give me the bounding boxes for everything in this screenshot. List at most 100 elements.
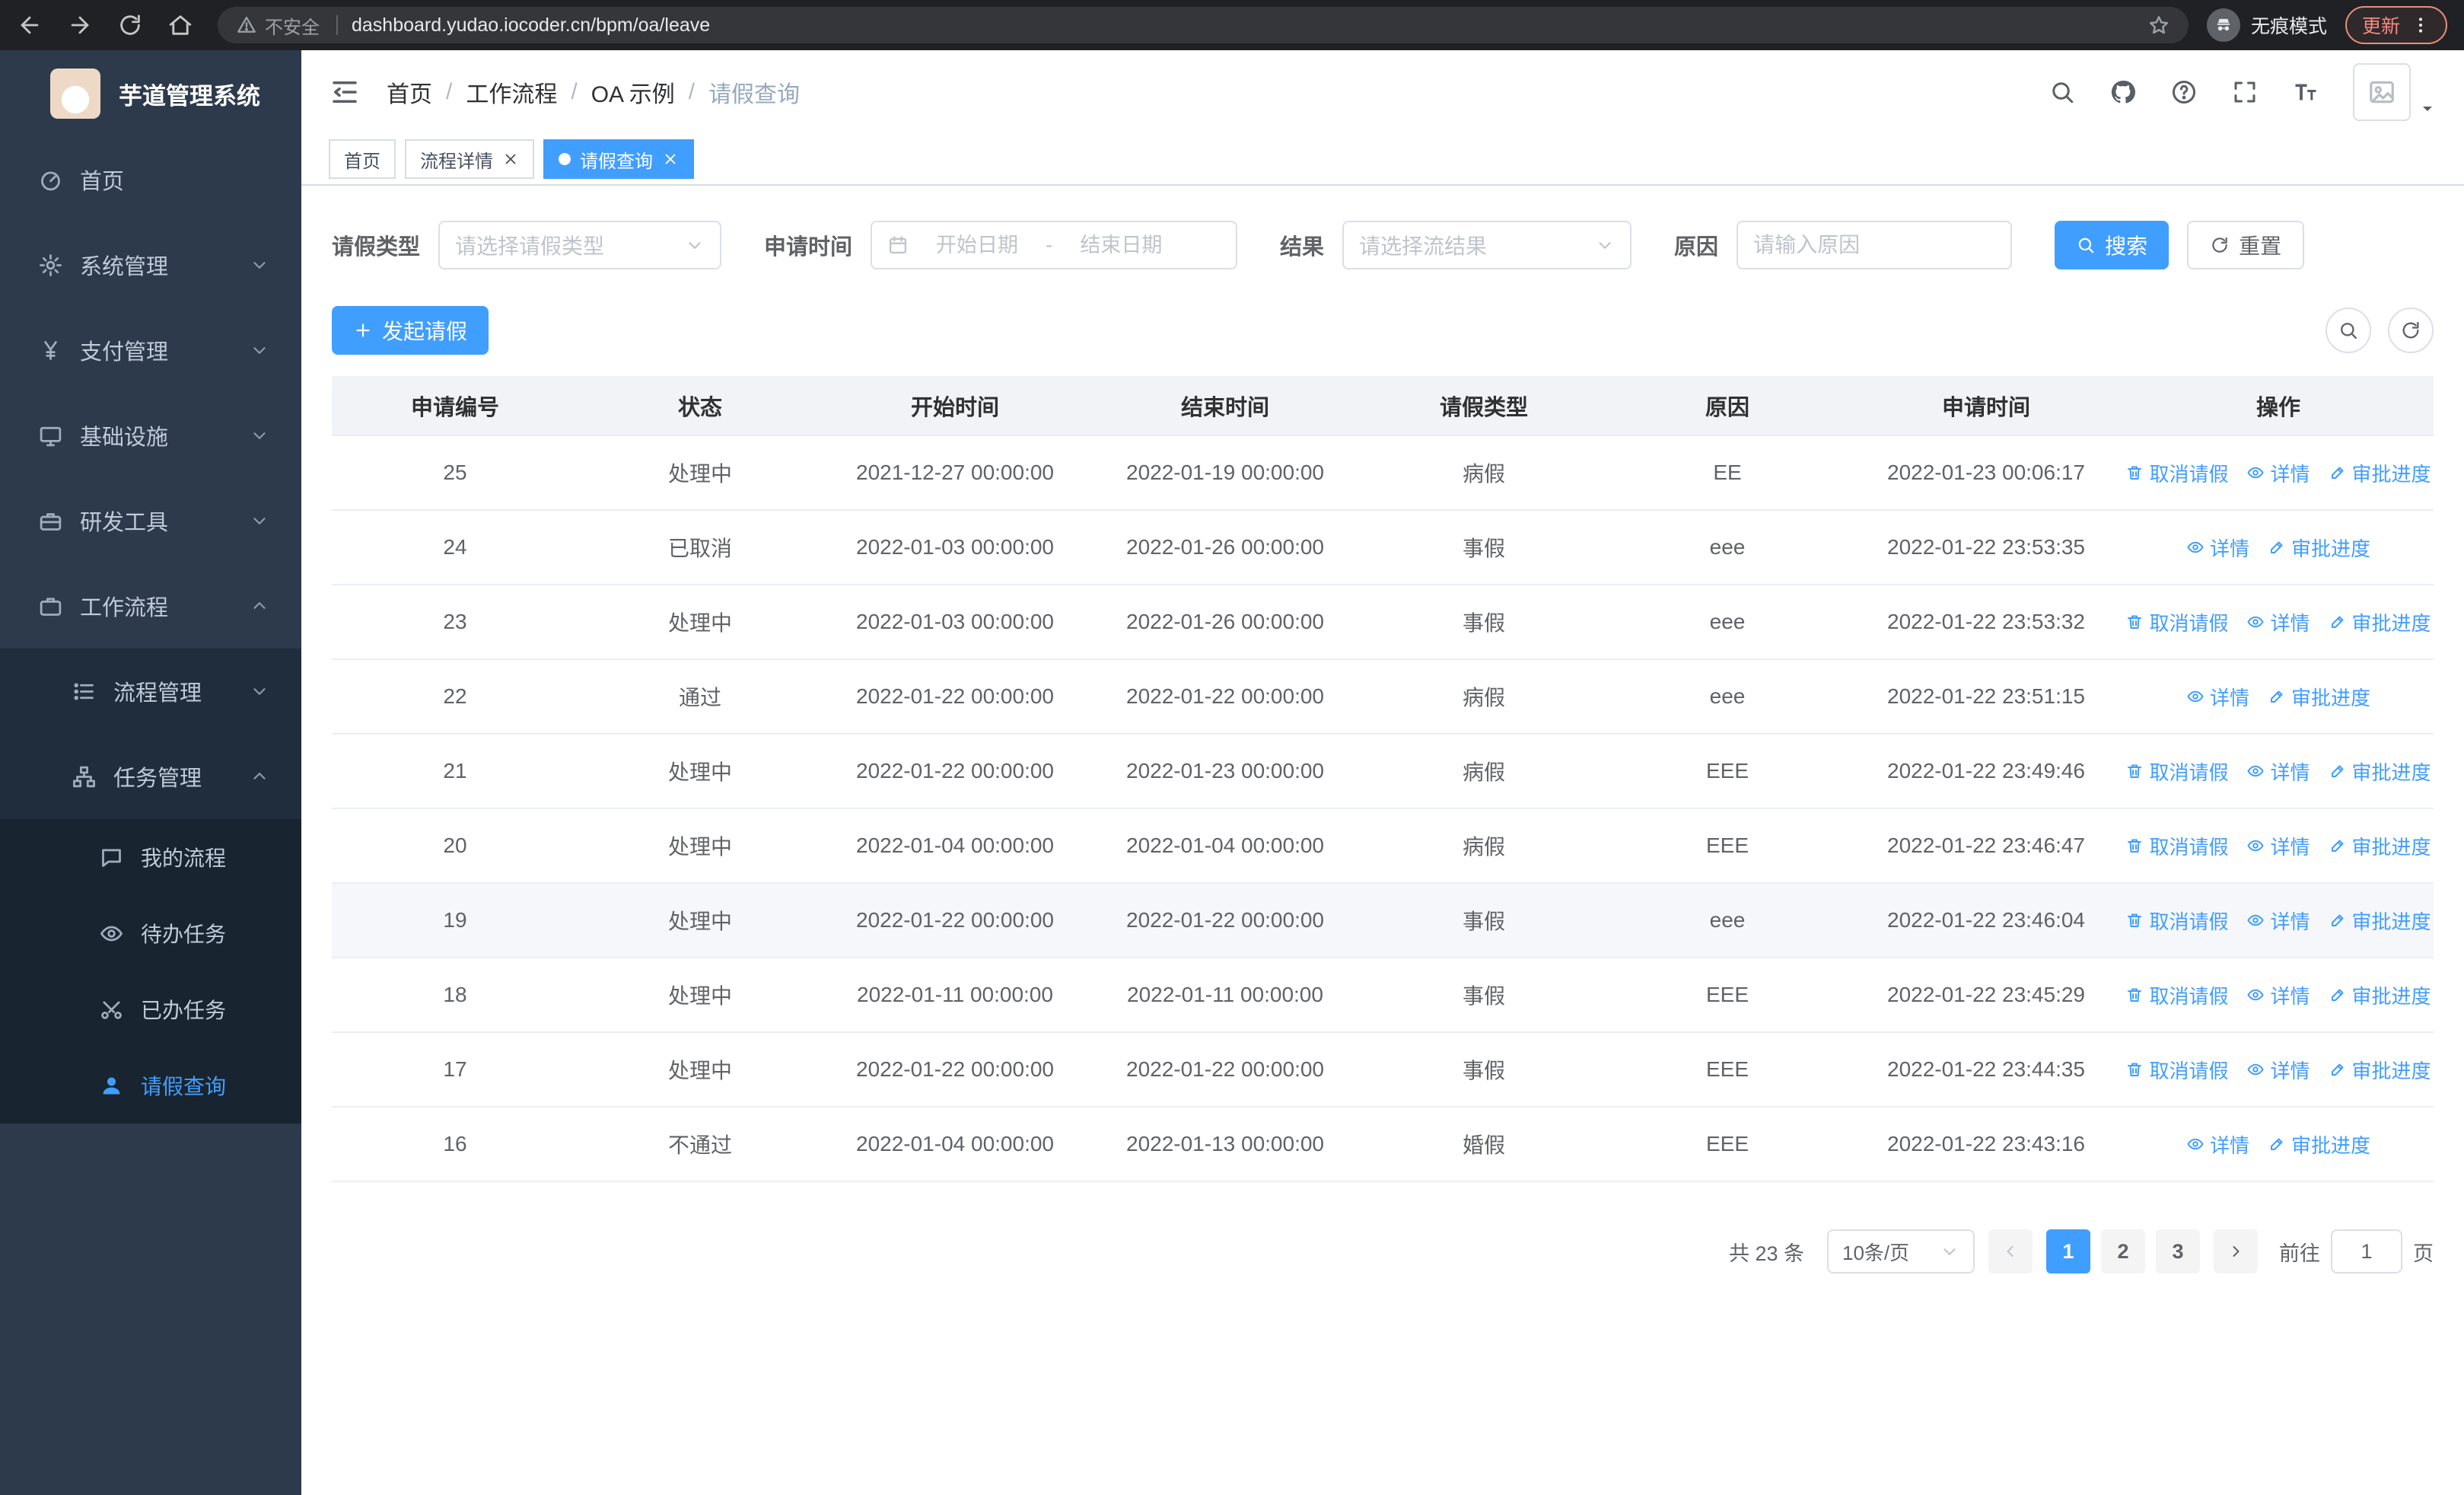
close-icon[interactable] — [502, 151, 519, 167]
cancel-leave-link[interactable]: 取消请假 — [2125, 907, 2228, 935]
approval-progress-link[interactable]: 审批进度 — [2329, 832, 2431, 860]
detail-link[interactable]: 详情 — [2246, 907, 2310, 935]
sidebar-item-toolbox[interactable]: 研发工具 — [0, 478, 301, 563]
update-button[interactable]: 更新 — [2345, 6, 2447, 44]
back-icon[interactable] — [17, 12, 43, 38]
search-button[interactable]: 搜索 — [2055, 221, 2170, 269]
cancel-leave-link[interactable]: 取消请假 — [2125, 1056, 2228, 1084]
fullscreen-icon[interactable] — [2231, 78, 2259, 106]
action-label: 审批进度 — [2351, 760, 2431, 784]
approval-progress-link[interactable]: 审批进度 — [2329, 459, 2431, 487]
detail-link[interactable]: 详情 — [2246, 981, 2310, 1009]
sidebar-item-eye[interactable]: 待办任务 — [0, 895, 301, 971]
start-date-input[interactable] — [919, 233, 1036, 257]
cell: 2022-01-22 23:43:16 — [1849, 1107, 2123, 1182]
create-leave-button[interactable]: 发起请假 — [332, 306, 489, 355]
cancel-leave-link[interactable]: 取消请假 — [2125, 981, 2228, 1009]
reload-icon[interactable] — [117, 12, 143, 38]
avatar[interactable] — [2353, 63, 2411, 121]
leave-type-select[interactable]: 请选择请假类型 — [438, 221, 722, 269]
address-bar[interactable]: 不安全 dashboard.yudao.iocoder.cn/bpm/oa/le… — [218, 7, 2189, 43]
security-warning-icon[interactable] — [236, 14, 257, 36]
breadcrumb-item[interactable]: 工作流程 — [466, 75, 557, 109]
browser-menu-icon[interactable] — [2411, 15, 2431, 35]
detail-link[interactable]: 详情 — [2246, 757, 2310, 786]
page-button-1[interactable]: 1 — [2046, 1229, 2090, 1273]
cancel-leave-link[interactable]: 取消请假 — [2125, 757, 2228, 786]
approval-progress-link[interactable]: 审批进度 — [2268, 1130, 2370, 1159]
actions-cell: 详情 审批进度 — [2123, 1107, 2434, 1182]
cancel-leave-link[interactable]: 取消请假 — [2125, 832, 2228, 860]
page-button-3[interactable]: 3 — [2156, 1229, 2200, 1273]
detail-link[interactable]: 详情 — [2246, 832, 2310, 860]
close-icon[interactable] — [662, 151, 679, 167]
tab-1[interactable]: 流程详情 — [405, 139, 534, 179]
result-select[interactable]: 请选择流结果 — [1342, 221, 1632, 269]
approval-progress-link[interactable]: 审批进度 — [2329, 757, 2431, 786]
sidebar-item-monitor[interactable]: 基础设施 — [0, 393, 301, 478]
approval-progress-link[interactable]: 审批进度 — [2329, 1056, 2431, 1084]
tab-2[interactable]: 请假查询 — [543, 139, 694, 179]
browser-home-icon[interactable] — [167, 12, 193, 38]
goto-page-input[interactable] — [2331, 1229, 2402, 1273]
next-page-button[interactable] — [2214, 1229, 2258, 1273]
action-label: 取消请假 — [2149, 462, 2229, 486]
detail-link[interactable]: 详情 — [2186, 1130, 2249, 1159]
tab-0[interactable]: 首页 — [329, 139, 396, 179]
reset-button[interactable]: 重置 — [2187, 221, 2305, 269]
cell: EE — [1606, 435, 1849, 511]
cancel-leave-link[interactable]: 取消请假 — [2125, 459, 2228, 487]
approval-progress-link[interactable]: 审批进度 — [2329, 981, 2431, 1009]
chevron-up-icon — [250, 767, 269, 786]
reason-input[interactable] — [1753, 233, 1996, 257]
filter-bar: 请假类型 请选择请假类型 申请时间 - 结果 — [332, 221, 2434, 269]
sidebar-item-user[interactable]: 请假查询 — [0, 1047, 301, 1124]
apply-time-range[interactable]: - — [871, 221, 1238, 269]
detail-link[interactable]: 详情 — [2186, 683, 2249, 711]
app-logo[interactable]: 芋道管理系统 — [0, 50, 301, 137]
detail-link[interactable]: 详情 — [2246, 608, 2310, 636]
font-size-icon[interactable] — [2292, 78, 2319, 106]
end-date-input[interactable] — [1063, 233, 1179, 257]
page-size-select[interactable]: 10条/页 — [1827, 1229, 1975, 1273]
detail-link[interactable]: 详情 — [2186, 534, 2249, 562]
cancel-leave-link[interactable]: 取消请假 — [2125, 608, 2228, 636]
breadcrumb-item[interactable]: 首页 — [387, 75, 432, 109]
edit-icon — [2329, 837, 2347, 855]
done-icon — [99, 997, 124, 1022]
detail-link[interactable]: 详情 — [2246, 459, 2310, 487]
sidebar-item-list[interactable]: 流程管理 — [0, 649, 301, 734]
incognito-icon — [2206, 8, 2240, 42]
table-row: 18 处理中 2022-01-11 00:00:00 2022-01-11 00:00… — [332, 958, 2434, 1033]
sidebar-item-tree[interactable]: 任务管理 — [0, 734, 301, 819]
refresh-table-button[interactable] — [2388, 308, 2434, 353]
github-icon[interactable] — [2109, 78, 2137, 106]
edit-icon — [2329, 464, 2347, 482]
approval-progress-link[interactable]: 审批进度 — [2329, 907, 2431, 935]
forward-icon[interactable] — [67, 12, 93, 38]
reason-field[interactable] — [1737, 221, 2013, 269]
sidebar-item-briefcase[interactable]: 工作流程 — [0, 563, 301, 649]
approval-progress-link[interactable]: 审批进度 — [2329, 608, 2431, 636]
cell: 2022-01-22 23:44:35 — [1849, 1032, 2123, 1108]
sidebar-item-done[interactable]: 已办任务 — [0, 971, 301, 1047]
sidebar-item-yen[interactable]: 支付管理 — [0, 308, 301, 393]
sidebar-fold-icon[interactable] — [329, 76, 361, 108]
sidebar-item-chat[interactable]: 我的流程 — [0, 819, 301, 895]
bookmark-star-icon[interactable] — [2147, 14, 2170, 37]
approval-progress-link[interactable]: 审批进度 — [2268, 534, 2370, 562]
search-icon[interactable] — [2049, 78, 2076, 106]
sidebar-item-gear[interactable]: 系统管理 — [0, 222, 301, 308]
prev-page-button[interactable] — [1988, 1229, 2033, 1273]
detail-link[interactable]: 详情 — [2246, 1056, 2310, 1084]
user-menu[interactable] — [2353, 63, 2437, 121]
help-icon[interactable] — [2170, 78, 2198, 106]
url-text[interactable]: dashboard.yudao.iocoder.cn/bpm/oa/leave — [352, 14, 2147, 37]
sidebar-item-dashboard[interactable]: 首页 — [0, 137, 301, 222]
cell: 处理中 — [578, 808, 822, 884]
chevron-left-icon — [2001, 1242, 2020, 1261]
breadcrumb-item[interactable]: OA 示例 — [591, 75, 675, 109]
toggle-search-button[interactable] — [2326, 308, 2371, 353]
page-button-2[interactable]: 2 — [2101, 1229, 2145, 1273]
approval-progress-link[interactable]: 审批进度 — [2268, 683, 2370, 711]
